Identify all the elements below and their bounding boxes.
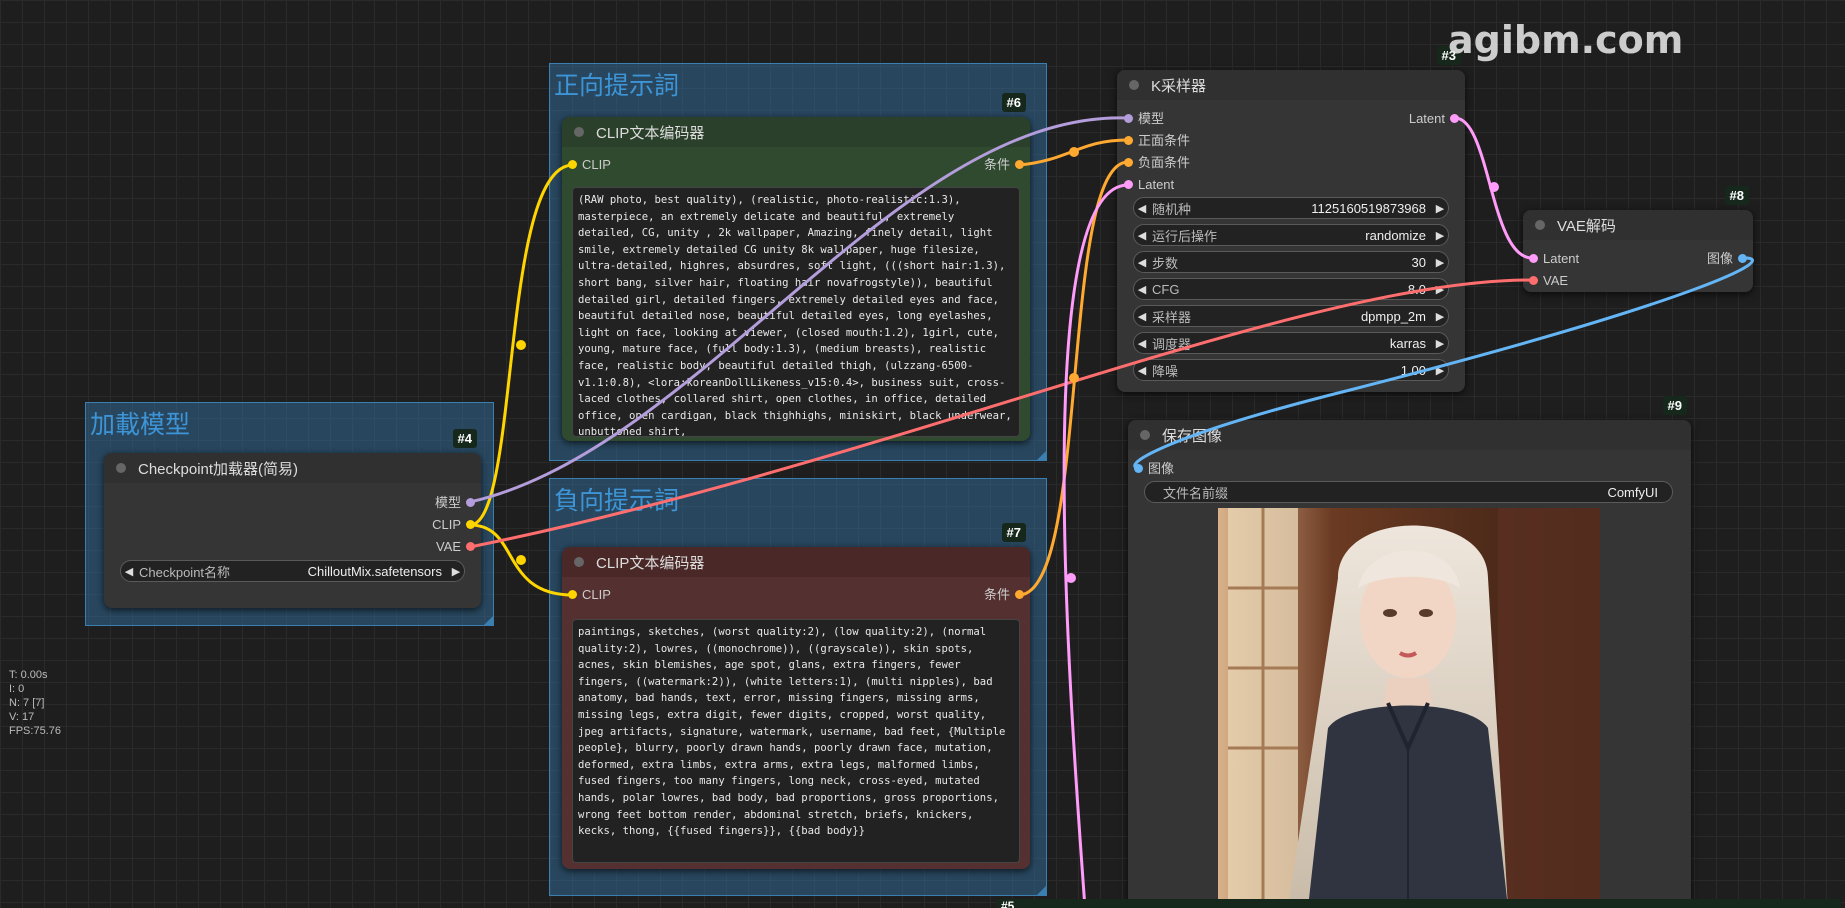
arrow-left-icon[interactable]: ◀	[121, 565, 137, 578]
scheduler-widget[interactable]: ◀ 调度器 karras ▶	[1133, 332, 1449, 354]
input-slot-image[interactable]: 图像	[1134, 461, 1174, 477]
node-id-badge: #7	[1001, 523, 1026, 542]
node-header[interactable]: VAE解码	[1523, 210, 1753, 240]
input-slot-latent[interactable]: Latent	[1124, 177, 1174, 193]
output-slot-conditioning[interactable]: 条件	[984, 587, 1024, 603]
collapse-dot-icon[interactable]	[574, 127, 584, 137]
input-slot-positive[interactable]: 正面条件	[1124, 133, 1190, 149]
output-slot-latent[interactable]: Latent	[1409, 111, 1459, 127]
wire-latent-to-decoder	[1453, 116, 1534, 260]
arrow-right-icon[interactable]: ▶	[1432, 256, 1448, 269]
node-header[interactable]: CLIP文本编码器	[562, 547, 1030, 577]
node-title: CLIP文本编码器	[596, 124, 705, 142]
reroute-dots	[516, 340, 526, 565]
collapse-dot-icon[interactable]	[1535, 220, 1545, 230]
collapse-dot-icon[interactable]	[116, 463, 126, 473]
node-save-image[interactable]: #9 保存图像 图像 文件名前缀 ComfyUI	[1128, 396, 1691, 908]
arrow-left-icon[interactable]: ◀	[1134, 310, 1150, 323]
stat-v: V: 17	[9, 711, 35, 723]
stat-nodes: N: 7 [7]	[9, 697, 45, 709]
node-header[interactable]: CLIP文本编码器	[562, 117, 1030, 147]
node-clip-text-encode-positive[interactable]: #6 CLIP文本编码器 CLIP 条件 (RAW photo, best qu…	[562, 93, 1030, 441]
node-header[interactable]: 保存图像	[1128, 420, 1691, 450]
node-id-badge: #8	[1724, 186, 1749, 205]
stat-time: T: 0.00s	[9, 669, 48, 681]
arrow-left-icon[interactable]: ◀	[1134, 229, 1150, 242]
output-slot-model[interactable]: 模型	[435, 495, 475, 511]
arrow-right-icon[interactable]: ▶	[1432, 283, 1448, 296]
node-vae-decode[interactable]: #8 VAE解码 Latent VAE 图像	[1523, 186, 1753, 292]
input-slot-model[interactable]: 模型	[1124, 111, 1164, 127]
node-title: VAE解码	[1557, 217, 1616, 235]
input-slot-latent[interactable]: Latent	[1529, 251, 1579, 267]
output-slot-image[interactable]: 图像	[1707, 251, 1747, 267]
node-title: Checkpoint加载器(简易)	[138, 460, 299, 478]
filename-prefix-widget[interactable]: 文件名前缀 ComfyUI	[1144, 481, 1673, 503]
node-ksampler[interactable]: #3 K采样器 模型 正面条件 负面条件 Latent Latent ◀ 随机种…	[1117, 46, 1465, 392]
group-resize-handle[interactable]	[1037, 451, 1046, 460]
group-resize-handle[interactable]	[484, 616, 493, 625]
node-id-badge: #6	[1001, 93, 1026, 112]
node-header[interactable]: K采样器	[1117, 70, 1465, 100]
input-slot-negative[interactable]: 负面条件	[1124, 155, 1190, 171]
output-slot-clip[interactable]: CLIP	[432, 517, 475, 533]
node-id-badge: #9	[1662, 396, 1687, 415]
cfg-widget[interactable]: ◀ CFG 8.0 ▶	[1133, 278, 1449, 300]
collapse-dot-icon[interactable]	[574, 557, 584, 567]
steps-widget[interactable]: ◀ 步数 30 ▶	[1133, 251, 1449, 273]
node-id-badge: #4	[452, 429, 477, 448]
arrow-right-icon[interactable]: ▶	[1432, 310, 1448, 323]
node-id-badge-bottom: #5	[996, 899, 1841, 908]
node-clip-text-encode-negative[interactable]: #7 CLIP文本编码器 CLIP 条件 paintings, sketches…	[562, 523, 1030, 869]
stat-i: I: 0	[9, 683, 25, 695]
checkpoint-name-combo[interactable]: ◀ Checkpoint名称 ChilloutMix.safetensors ▶	[120, 560, 465, 582]
seed-widget[interactable]: ◀ 随机种 1125160519873968 ▶	[1133, 197, 1449, 219]
collapse-dot-icon[interactable]	[1140, 430, 1150, 440]
output-slot-vae[interactable]: VAE	[436, 539, 475, 555]
node-header[interactable]: Checkpoint加载器(简易)	[104, 453, 481, 483]
arrow-right-icon[interactable]: ▶	[1432, 202, 1448, 215]
collapse-dot-icon[interactable]	[1129, 80, 1139, 90]
group-title: 加載模型	[90, 410, 191, 439]
group-title: 正向提示詞	[554, 71, 680, 100]
generated-image-preview[interactable]	[1218, 508, 1600, 908]
input-slot-clip[interactable]: CLIP	[568, 157, 611, 173]
prompt-textarea[interactable]: paintings, sketches, (worst quality:2), …	[572, 619, 1020, 863]
arrow-right-icon[interactable]: ▶	[1432, 337, 1448, 350]
group-title: 負向提示詞	[554, 486, 680, 515]
node-title: K采样器	[1151, 77, 1207, 95]
denoise-widget[interactable]: ◀ 降噪 1.00 ▶	[1133, 359, 1449, 381]
watermark-text: agibm.com	[1448, 18, 1684, 62]
arrow-right-icon[interactable]: ▶	[448, 565, 464, 578]
sampler-widget[interactable]: ◀ 采样器 dpmpp_2m ▶	[1133, 305, 1449, 327]
arrow-left-icon[interactable]: ◀	[1134, 364, 1150, 377]
arrow-right-icon[interactable]: ▶	[1432, 364, 1448, 377]
arrow-left-icon[interactable]: ◀	[1134, 337, 1150, 350]
portrait-image	[1218, 508, 1600, 908]
prompt-textarea[interactable]: (RAW photo, best quality), (realistic, p…	[572, 187, 1020, 437]
group-resize-handle[interactable]	[1037, 886, 1046, 895]
control-after-generate-widget[interactable]: ◀ 运行后操作 randomize ▶	[1133, 224, 1449, 246]
arrow-right-icon[interactable]: ▶	[1432, 229, 1448, 242]
render-stats: T: 0.00s I: 0 N: 7 [7] V: 17 FPS:75.76	[9, 668, 61, 738]
input-slot-clip[interactable]: CLIP	[568, 587, 611, 603]
input-slot-vae[interactable]: VAE	[1529, 273, 1568, 289]
output-slot-conditioning[interactable]: 条件	[984, 157, 1024, 173]
node-title: CLIP文本编码器	[596, 554, 705, 572]
node-title: 保存图像	[1162, 427, 1223, 445]
arrow-left-icon[interactable]: ◀	[1134, 283, 1150, 296]
node-checkpoint-loader[interactable]: #4 Checkpoint加载器(简易) 模型 CLIP VAE ◀ Check…	[104, 429, 481, 608]
stat-fps: FPS:75.76	[9, 725, 61, 737]
arrow-left-icon[interactable]: ◀	[1134, 256, 1150, 269]
arrow-left-icon[interactable]: ◀	[1134, 202, 1150, 215]
